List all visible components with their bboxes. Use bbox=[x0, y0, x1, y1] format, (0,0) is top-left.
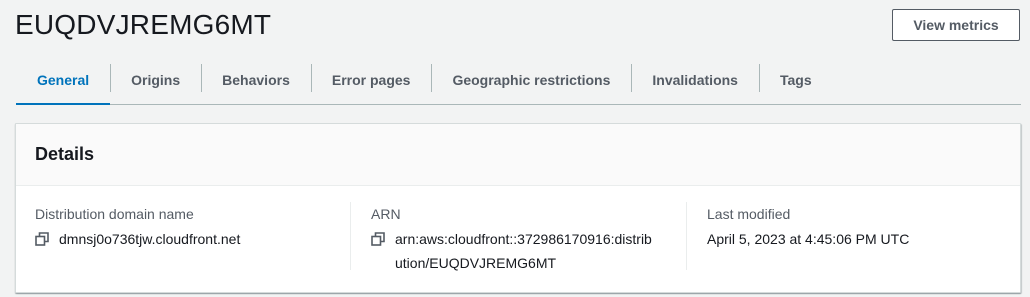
details-panel: Details Distribution domain name dmnsj0o… bbox=[15, 123, 1021, 293]
page-header: EUQDVJREMG6MT View metrics bbox=[0, 0, 1030, 56]
arn-column: ARN arn:aws:cloudfront::372986170916:dis… bbox=[371, 204, 657, 275]
copy-icon[interactable] bbox=[371, 227, 385, 251]
tab-origins[interactable]: Origins bbox=[110, 56, 201, 104]
arn-value: arn:aws:cloudfront::372986170916:distrib… bbox=[395, 231, 652, 271]
last-modified-label: Last modified bbox=[707, 206, 791, 222]
arn-label: ARN bbox=[371, 206, 401, 222]
details-title: Details bbox=[35, 144, 95, 164]
arn-value-row: arn:aws:cloudfront::372986170916:distrib… bbox=[371, 227, 657, 275]
distribution-page: EUQDVJREMG6MT View metrics General Origi… bbox=[0, 0, 1030, 297]
tab-geographic-restrictions[interactable]: Geographic restrictions bbox=[431, 56, 631, 104]
view-metrics-button[interactable]: View metrics bbox=[892, 9, 1020, 41]
domain-name-label: Distribution domain name bbox=[35, 206, 194, 222]
domain-name-value: dmnsj0o736tjw.cloudfront.net bbox=[59, 231, 241, 247]
column-divider bbox=[686, 202, 687, 270]
tab-error-pages[interactable]: Error pages bbox=[310, 56, 432, 104]
details-header: Details bbox=[16, 124, 1020, 186]
tab-general[interactable]: General bbox=[16, 56, 111, 105]
domain-name-value-row: dmnsj0o736tjw.cloudfront.net bbox=[35, 227, 240, 251]
tab-bar: General Origins Behaviors Error pages Ge… bbox=[16, 56, 1021, 105]
domain-name-column: Distribution domain name dmnsj0o736tjw.c… bbox=[35, 204, 240, 251]
tab-tags[interactable]: Tags bbox=[758, 56, 833, 104]
tab-behaviors[interactable]: Behaviors bbox=[201, 56, 311, 104]
copy-icon[interactable] bbox=[35, 227, 49, 251]
tab-invalidations[interactable]: Invalidations bbox=[631, 56, 759, 104]
last-modified-value: April 5, 2023 at 4:45:06 PM UTC bbox=[707, 231, 910, 247]
details-columns: Distribution domain name dmnsj0o736tjw.c… bbox=[16, 186, 1020, 292]
column-divider bbox=[350, 202, 351, 270]
last-modified-column: Last modified April 5, 2023 at 4:45:06 P… bbox=[707, 204, 909, 251]
last-modified-value-row: April 5, 2023 at 4:45:06 PM UTC bbox=[707, 227, 909, 251]
page-title: EUQDVJREMG6MT bbox=[15, 9, 272, 40]
